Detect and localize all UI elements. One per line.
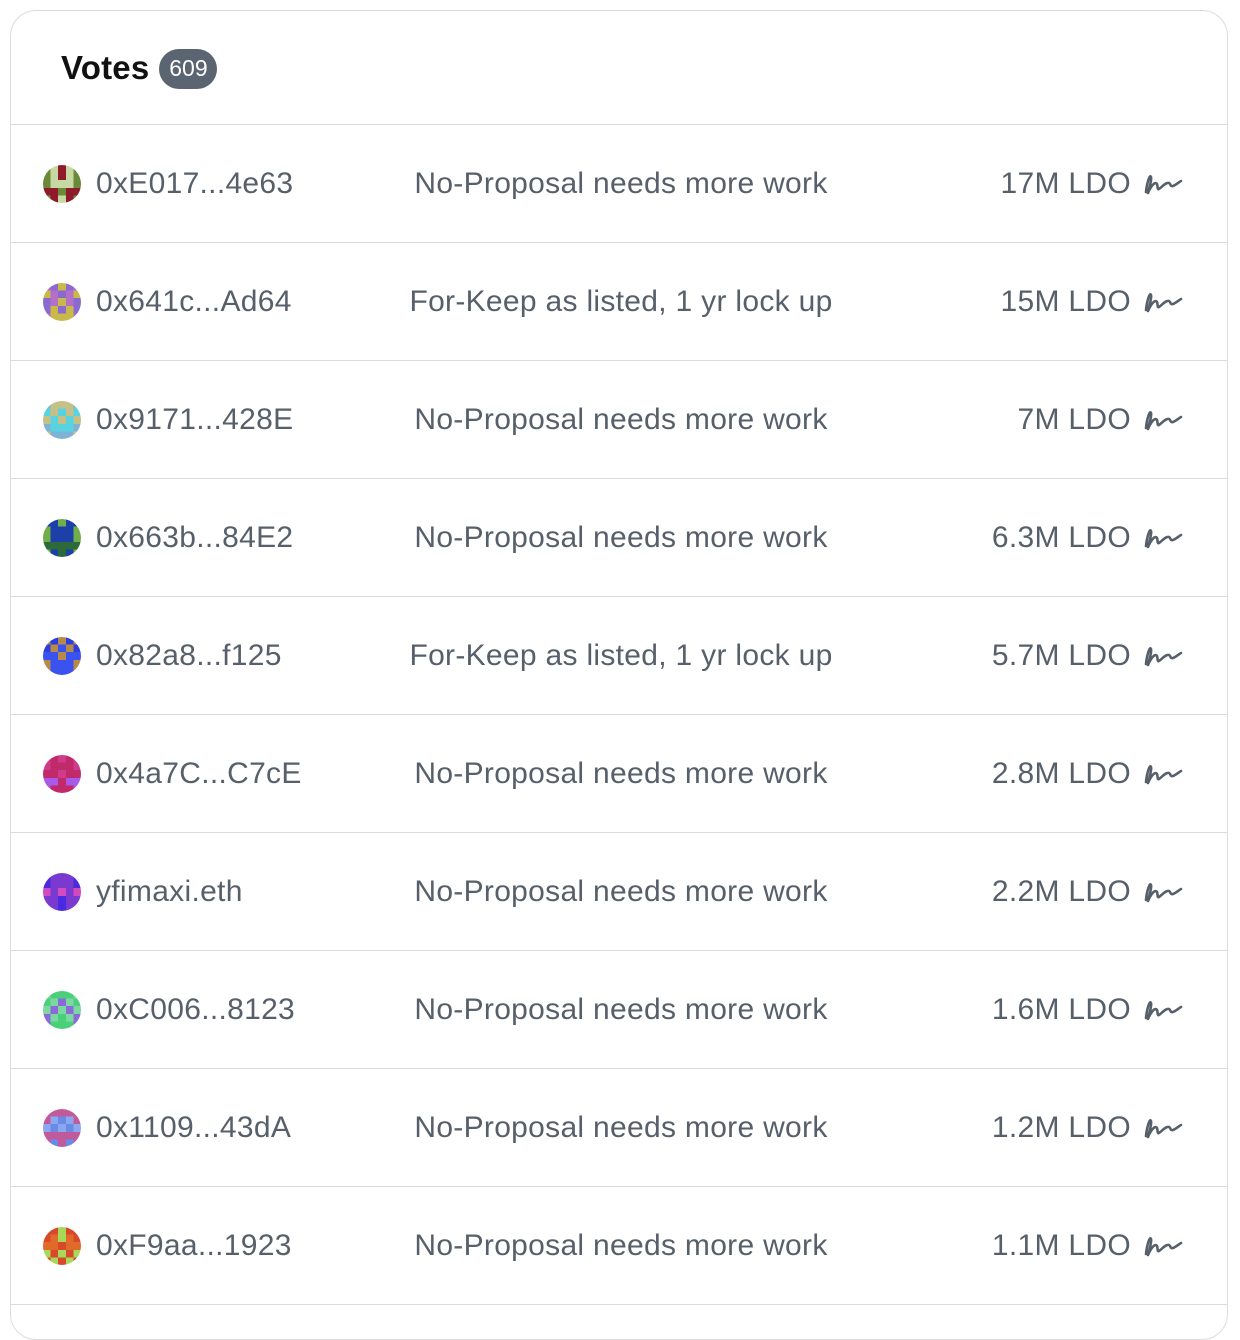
vote-row: 0x82a8...f125 For-Keep as listed, 1 yr l… [11, 597, 1227, 715]
signature-icon[interactable] [1143, 407, 1183, 433]
voter-link[interactable]: 0x663b...84E2 [43, 479, 293, 596]
voting-power-value: 15M LDO [1000, 284, 1131, 318]
vote-list: 0xE017...4e63 No-Proposal needs more wor… [11, 125, 1227, 1305]
voter-avatar [43, 518, 81, 557]
voter-avatar [43, 400, 81, 439]
voter-name: 0x641c...Ad64 [96, 284, 292, 318]
vote-choice: For-Keep as listed, 1 yr lock up [409, 284, 833, 318]
voter-link[interactable]: 0x4a7C...C7cE [43, 715, 302, 832]
signature-icon[interactable] [1143, 289, 1183, 315]
voter-link[interactable]: 0x82a8...f125 [43, 597, 282, 714]
voting-power-value: 17M LDO [1000, 166, 1131, 200]
vote-row: 0x663b...84E2 No-Proposal needs more wor… [11, 479, 1227, 597]
voting-power: 7M LDO [1018, 361, 1184, 478]
voter-avatar [43, 1226, 81, 1265]
voting-power-value: 7M LDO [1017, 402, 1131, 436]
voter-avatar [43, 282, 81, 321]
voting-power: 1.1M LDO [992, 1187, 1183, 1304]
signature-icon[interactable] [1143, 643, 1183, 669]
vote-row: 0x4a7C...C7cE No-Proposal needs more wor… [11, 715, 1227, 833]
voting-power-value: 2.8M LDO [991, 756, 1131, 790]
vote-choice: No-Proposal needs more work [414, 520, 828, 554]
voting-power: 5.7M LDO [992, 597, 1183, 714]
voter-name: 0x1109...43dA [96, 1110, 292, 1144]
voter-name: 0xE017...4e63 [96, 166, 294, 200]
voting-power-value: 1.2M LDO [991, 1110, 1131, 1144]
vote-row: 0xC006...8123 No-Proposal needs more wor… [11, 951, 1227, 1069]
voter-name: 0xF9aa...1923 [96, 1228, 292, 1262]
voter-name: 0x9171...428E [96, 402, 294, 436]
voter-name: yfimaxi.eth [96, 874, 243, 908]
voter-avatar [43, 1108, 81, 1147]
vote-row: yfimaxi.eth No-Proposal needs more work … [11, 833, 1227, 951]
vote-choice: No-Proposal needs more work [414, 402, 828, 436]
voting-power: 6.3M LDO [992, 479, 1183, 596]
voting-power: 17M LDO [1001, 125, 1183, 242]
voter-link[interactable]: 0x641c...Ad64 [43, 243, 292, 360]
signature-icon[interactable] [1143, 1115, 1183, 1141]
votes-title: Votes [61, 48, 150, 86]
voter-link[interactable]: 0x1109...43dA [43, 1069, 291, 1186]
votes-count-badge: 609 [159, 48, 218, 89]
voter-avatar [43, 754, 81, 793]
vote-row: 0xF9aa...1923 No-Proposal needs more wor… [11, 1187, 1227, 1305]
voter-name: 0x4a7C...C7cE [96, 756, 302, 790]
voting-power: 15M LDO [1001, 243, 1183, 360]
voter-link[interactable]: 0xF9aa...1923 [43, 1187, 292, 1304]
voter-link[interactable]: 0x9171...428E [43, 361, 293, 478]
vote-choice: No-Proposal needs more work [414, 874, 828, 908]
voter-link[interactable]: 0xC006...8123 [43, 951, 295, 1068]
vote-choice: For-Keep as listed, 1 yr lock up [409, 638, 833, 672]
vote-choice: No-Proposal needs more work [414, 166, 828, 200]
vote-choice: No-Proposal needs more work [414, 992, 828, 1026]
voting-power: 1.6M LDO [992, 951, 1183, 1068]
voter-avatar [43, 164, 81, 203]
voter-name: 0x82a8...f125 [96, 638, 282, 672]
voter-avatar [43, 636, 81, 675]
voter-name: 0x663b...84E2 [96, 520, 294, 554]
vote-row: 0xE017...4e63 No-Proposal needs more wor… [11, 125, 1227, 243]
vote-choice: No-Proposal needs more work [414, 1228, 828, 1262]
signature-icon[interactable] [1143, 879, 1183, 905]
voter-name: 0xC006...8123 [96, 992, 296, 1026]
signature-icon[interactable] [1143, 997, 1183, 1023]
signature-icon[interactable] [1143, 1233, 1183, 1259]
voting-power: 2.8M LDO [992, 715, 1183, 832]
voter-avatar [43, 872, 81, 911]
signature-icon[interactable] [1143, 171, 1183, 197]
voter-link[interactable]: yfimaxi.eth [43, 833, 243, 950]
voter-avatar [43, 990, 81, 1029]
voter-link[interactable]: 0xE017...4e63 [43, 125, 293, 242]
vote-row: 0x9171...428E No-Proposal needs more wor… [11, 361, 1227, 479]
vote-choice: No-Proposal needs more work [414, 1110, 828, 1144]
votes-card: Votes 609 0xE017...4e63 No-Proposal need… [10, 10, 1228, 1340]
voting-power: 1.2M LDO [992, 1069, 1183, 1186]
signature-icon[interactable] [1143, 525, 1183, 551]
vote-row: 0x641c...Ad64 For-Keep as listed, 1 yr l… [11, 243, 1227, 361]
voting-power-value: 5.7M LDO [991, 638, 1131, 672]
signature-icon[interactable] [1143, 761, 1183, 787]
voting-power-value: 1.1M LDO [991, 1228, 1131, 1262]
voting-power-value: 2.2M LDO [991, 874, 1131, 908]
voting-power-value: 6.3M LDO [991, 520, 1131, 554]
votes-header: Votes 609 [11, 11, 1227, 125]
vote-row: 0x1109...43dA No-Proposal needs more wor… [11, 1069, 1227, 1187]
voting-power: 2.2M LDO [992, 833, 1183, 950]
voting-power-value: 1.6M LDO [991, 992, 1131, 1026]
vote-choice: No-Proposal needs more work [414, 756, 828, 790]
